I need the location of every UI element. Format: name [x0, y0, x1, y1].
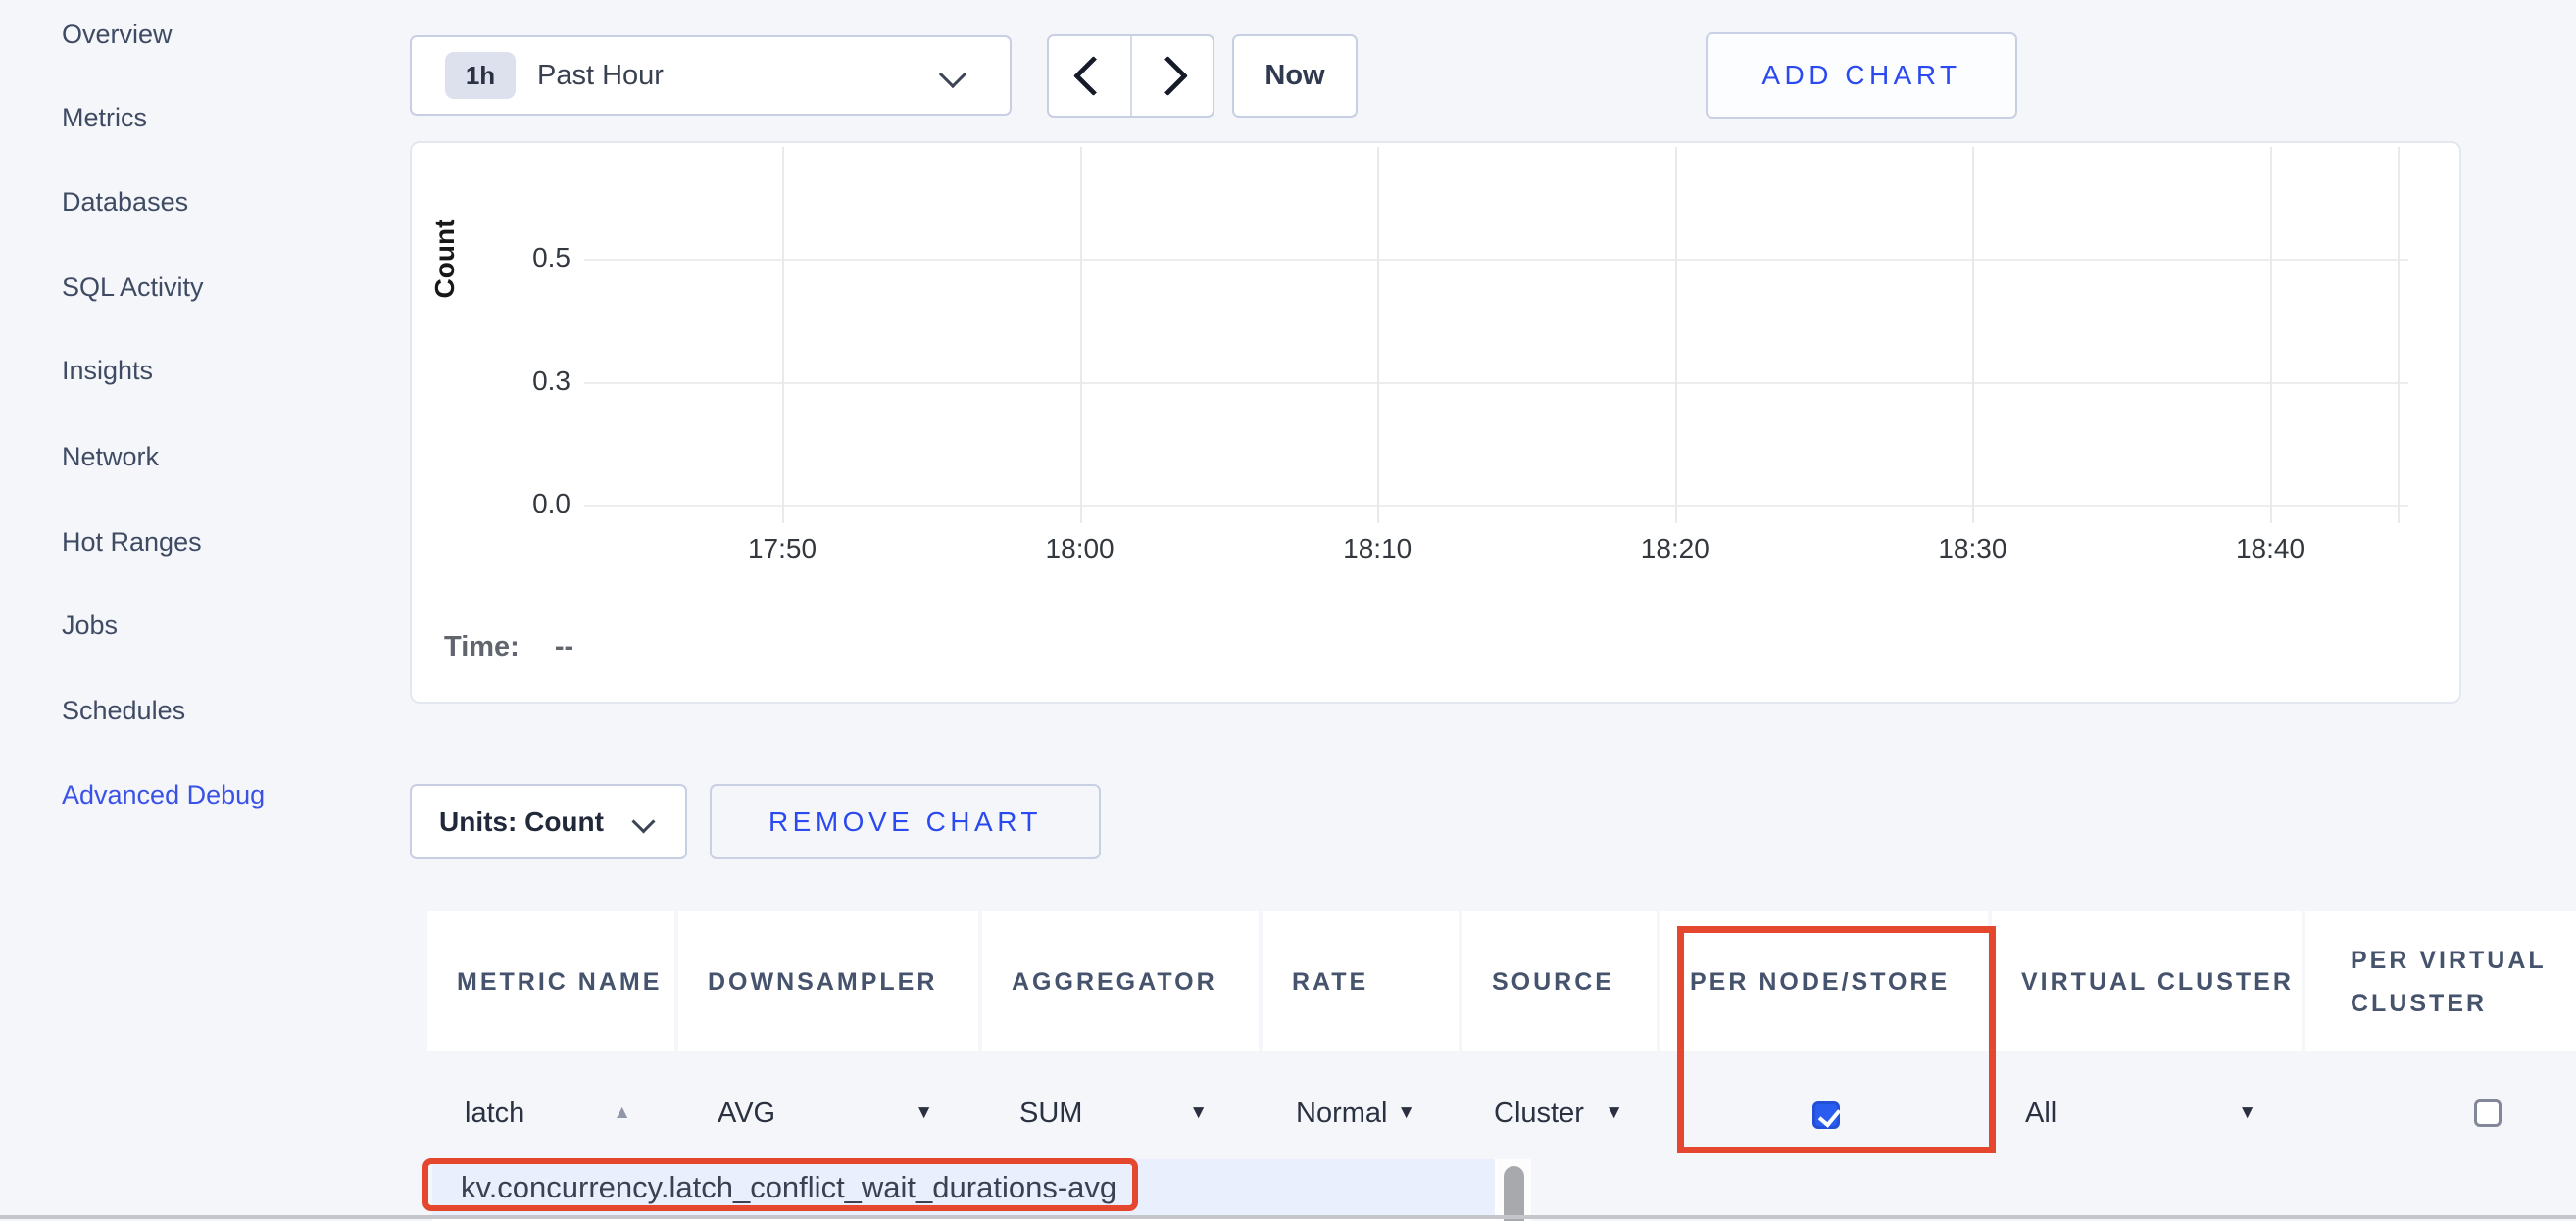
- caret-down-icon: ▼: [1605, 1102, 1623, 1124]
- y-gridline: [584, 259, 2408, 261]
- hover-time-readout: Time: --: [444, 631, 573, 663]
- x-gridline: [1377, 147, 1379, 523]
- caret-down-icon: ▼: [1397, 1102, 1415, 1124]
- metric-suggestions-dropdown: kv.concurrency.latch_conflict_wait_durat…: [432, 1159, 1531, 1221]
- column-header-aggregator: AGGREGATOR: [982, 911, 1259, 1051]
- y-tick-label: 0.5: [461, 242, 570, 273]
- advanced-debug-custom-chart-page: Overview Metrics Databases SQL Activity …: [0, 0, 2576, 1221]
- column-header-downsampler: DOWNSAMPLER: [678, 911, 978, 1051]
- screenshot-bottom-edge: [0, 1215, 2576, 1219]
- x-tick-label: 18:30: [1899, 533, 2046, 564]
- time-range-label: Past Hour: [537, 60, 664, 92]
- hover-time-value: --: [555, 631, 573, 663]
- virtual-cluster-value: All: [2025, 1098, 2056, 1130]
- column-header-label: AGGREGATOR: [1012, 960, 1259, 1003]
- source-value: Cluster: [1494, 1098, 1584, 1130]
- caret-down-icon: ▼: [2238, 1102, 2256, 1124]
- units-select-label: Units: Count: [439, 806, 604, 838]
- x-tick-label: 18:10: [1304, 533, 1451, 564]
- downsampler-select[interactable]: AVG ▼: [708, 1082, 943, 1145]
- aggregator-value: SUM: [1019, 1098, 1082, 1130]
- metric-suggestion-label: kv.concurrency.latch_conflict_wait_durat…: [461, 1170, 1116, 1205]
- prev-interval-button[interactable]: [1049, 36, 1132, 116]
- x-gridline: [1675, 147, 1677, 523]
- column-header-virtual-cluster: VIRTUAL CLUSTER: [1992, 911, 2302, 1051]
- sidebar-item-network[interactable]: Network: [62, 442, 159, 477]
- sidebar-item-metrics[interactable]: Metrics: [62, 103, 147, 138]
- sidebar-item-databases[interactable]: Databases: [62, 187, 188, 222]
- column-header-label: SOURCE: [1492, 960, 1657, 1003]
- chevron-down-icon: [939, 61, 966, 88]
- column-header-label: PER VIRTUAL CLUSTER: [2351, 939, 2576, 1025]
- sidebar-item-schedules[interactable]: Schedules: [62, 696, 185, 731]
- column-header-label: DOWNSAMPLER: [708, 960, 978, 1003]
- column-header-source: SOURCE: [1462, 911, 1657, 1051]
- column-header-metric-name: METRIC NAME: [427, 911, 674, 1051]
- source-select[interactable]: Cluster ▼: [1484, 1082, 1633, 1145]
- y-tick-label: 0.0: [461, 488, 570, 519]
- y-axis-label: Count: [429, 215, 461, 303]
- downsampler-value: AVG: [718, 1098, 775, 1130]
- y-tick-label: 0.3: [461, 366, 570, 397]
- caret-down-icon: ▼: [915, 1102, 933, 1124]
- dropdown-scrollbar[interactable]: [1497, 1159, 1531, 1221]
- y-gridline: [584, 505, 2408, 507]
- column-header-rate: RATE: [1263, 911, 1459, 1051]
- sidebar-item-advanced-debug[interactable]: Advanced Debug: [62, 780, 265, 815]
- time-range-badge: 1h: [445, 52, 516, 99]
- per-node-store-checkbox[interactable]: [1812, 1101, 1840, 1129]
- units-select[interactable]: Units: Count: [410, 784, 687, 859]
- metric-name-value: latch: [465, 1098, 524, 1130]
- sidebar-item-jobs[interactable]: Jobs: [62, 610, 118, 646]
- y-gridline: [584, 382, 2408, 384]
- x-gridline: [1972, 147, 1974, 523]
- rate-select[interactable]: Normal ▼: [1286, 1082, 1425, 1145]
- sidebar-item-hot-ranges[interactable]: Hot Ranges: [62, 527, 202, 562]
- column-header-label: PER NODE/STORE: [1690, 960, 1988, 1003]
- sidebar-item-insights[interactable]: Insights: [62, 356, 153, 391]
- metric-name-input[interactable]: latch ▲: [455, 1082, 641, 1145]
- caret-down-icon: ▼: [1189, 1102, 1208, 1124]
- virtual-cluster-select[interactable]: All ▼: [2015, 1082, 2266, 1145]
- remove-chart-button[interactable]: REMOVE CHART: [710, 784, 1101, 859]
- metric-suggestion-item[interactable]: kv.concurrency.latch_conflict_wait_durat…: [432, 1159, 1495, 1215]
- x-gridline: [1080, 147, 1082, 523]
- hover-time-label: Time:: [444, 631, 520, 663]
- time-pager: [1047, 34, 1214, 118]
- next-interval-button[interactable]: [1132, 36, 1214, 116]
- scrollbar-thumb[interactable]: [1504, 1166, 1524, 1221]
- chevron-left-icon: [1073, 56, 1114, 96]
- column-header-label: METRIC NAME: [457, 960, 674, 1003]
- time-range-select[interactable]: 1h Past Hour: [410, 35, 1012, 116]
- checkmark-icon: [1818, 1103, 1841, 1127]
- chevron-down-icon: [631, 809, 655, 833]
- column-header-label: VIRTUAL CLUSTER: [2021, 960, 2302, 1003]
- sidebar-item-overview[interactable]: Overview: [62, 20, 173, 55]
- caret-up-icon: ▲: [613, 1102, 631, 1124]
- chevron-right-icon: [1148, 56, 1188, 96]
- chart-card[interactable]: Count Time: -- 0.5 0.3 0.0 17:50 18:00 18:10 1…: [410, 141, 2461, 704]
- x-tick-label: 17:50: [709, 533, 856, 564]
- column-header-per-virtual-cluster: PER VIRTUAL CLUSTER: [2305, 911, 2576, 1051]
- now-button[interactable]: Now: [1232, 34, 1358, 118]
- rate-value: Normal: [1296, 1098, 1387, 1130]
- x-tick-label: 18:20: [1602, 533, 1749, 564]
- x-tick-label: 18:00: [1007, 533, 1154, 564]
- per-virtual-cluster-checkbox[interactable]: [2474, 1099, 2502, 1127]
- aggregator-select[interactable]: SUM ▼: [1010, 1082, 1217, 1145]
- add-chart-button[interactable]: ADD CHART: [1706, 32, 2017, 119]
- x-tick-label: 18:40: [2197, 533, 2344, 564]
- x-gridline: [782, 147, 784, 523]
- column-header-label: RATE: [1292, 960, 1459, 1003]
- x-gridline: [2270, 147, 2272, 523]
- sidebar-item-sql-activity[interactable]: SQL Activity: [62, 272, 204, 308]
- plot-right-border: [2398, 147, 2400, 523]
- column-header-per-node-store: PER NODE/STORE: [1660, 911, 1988, 1051]
